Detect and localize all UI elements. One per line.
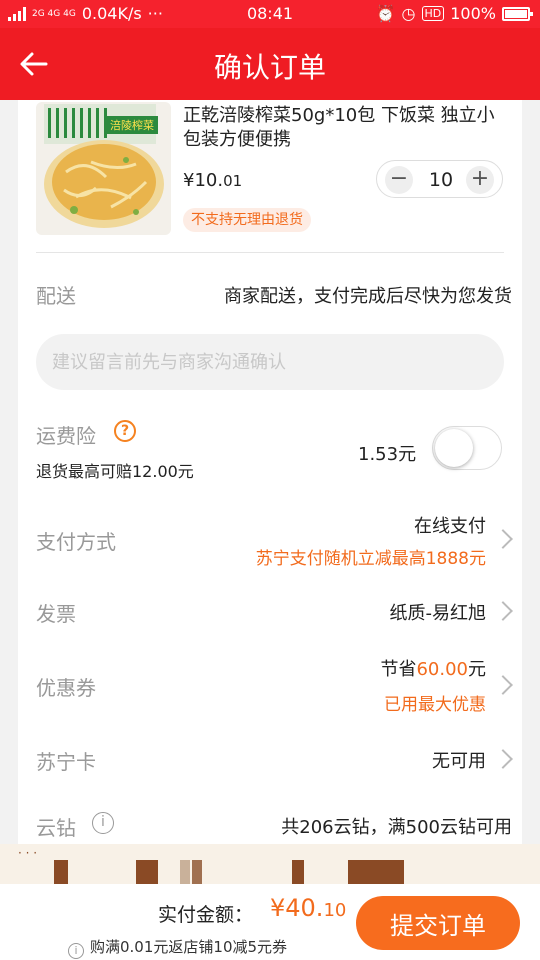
coupon-save-amount: 60.00 [416,659,468,680]
payment-promo: 苏宁支付随机立减最高1888元 [255,549,486,569]
payment-label: 支付方式 [36,530,116,554]
product-title[interactable]: 正乾涪陵榨菜50g*10包 下饭菜 独立小包装方便便携 [183,104,508,152]
battery-icon [502,6,533,21]
invoice-value[interactable]: 纸质-易红旭 [390,599,487,625]
decrease-button[interactable]: − [385,166,413,194]
info-icon[interactable]: i [92,812,114,834]
coupon-label: 优惠券 [36,676,96,700]
coupon-save-suffix: 元 [468,659,486,680]
alarm-icon: ⏰ [375,4,396,23]
cloud-diamond-label: 云钻 [36,816,76,840]
total-amount-cents: 10 [323,900,347,921]
page-title: 确认订单 [213,51,326,84]
suning-card-value[interactable]: 无可用 [432,747,486,773]
chevron-right-icon[interactable] [493,601,513,621]
quantity-stepper: − 10 + [376,160,503,198]
delivery-value: 商家配送，支付完成后尽快为您发货 [224,286,512,307]
payment-value[interactable]: 在线支付 [414,512,486,538]
checkout-bar: 实付金额： ¥40.10 i 购满0.01元返店铺10减5元券 提交订单 [0,884,540,960]
pixelated-banner: · · · [0,844,540,884]
info-icon: i [68,943,84,959]
chevron-right-icon[interactable] [493,749,513,769]
coupon-note: 已用最大优惠 [384,695,486,715]
product-price-cents: 01 [223,172,243,190]
product-price-main: ¥10. [183,170,224,191]
cloud-diamond-value: 共206云钻，满500云钻可用 [281,817,512,838]
product-image[interactable]: 涪陵榨菜 [36,102,171,235]
store-promo: i 购满0.01元返店铺10减5元券 [68,936,287,959]
hd-icon: HD [421,6,445,21]
product-price: ¥10.01 [183,170,242,191]
product-image-label: 涪陵榨菜 [110,118,154,132]
coupon-savings[interactable]: 节省60.00元 [380,655,486,681]
delivery-label: 配送 [36,284,76,308]
chevron-right-icon[interactable] [493,529,513,549]
chevron-right-icon[interactable] [493,675,513,695]
status-time: 08:41 [246,4,294,23]
insurance-price: 1.53元 [358,444,417,465]
suning-card-label: 苏宁卡 [36,750,96,774]
coupon-save-prefix: 节省 [380,659,417,680]
battery-percent: 100% [450,4,496,23]
total-label: 实付金额： [158,904,254,926]
total-amount-main: ¥40. [270,894,324,922]
insurance-subtext: 退货最高可赔12.00元 [36,462,194,481]
total-amount: ¥40.10 [270,894,346,922]
status-bar: 2G 4G 4G 0.04K/s ··· 08:41 ⏰ ◷ HD 100% [0,0,540,28]
increase-button[interactable]: + [466,166,494,194]
insurance-toggle[interactable] [432,426,502,470]
store-promo-text: 购满0.01元返店铺10减5元券 [90,938,288,956]
message-input[interactable] [36,334,504,390]
order-card: 涪陵榨菜 正乾涪陵榨菜50g*10包 下饭菜 独立小包装方便便携 ¥10.01 … [18,100,522,860]
insurance-label: 运费险 [36,424,96,448]
invoice-label: 发票 [36,602,76,626]
help-icon[interactable]: ? [114,420,136,442]
header: 确认订单 [0,28,540,100]
toggle-knob [435,429,473,467]
no-return-tag: 不支持无理由退货 [183,208,311,232]
divider [36,252,504,253]
submit-order-button[interactable]: 提交订单 [356,896,520,950]
message-field[interactable] [36,334,504,390]
quantity-value[interactable]: 10 [421,169,461,191]
clock-icon: ◷ [401,4,416,23]
